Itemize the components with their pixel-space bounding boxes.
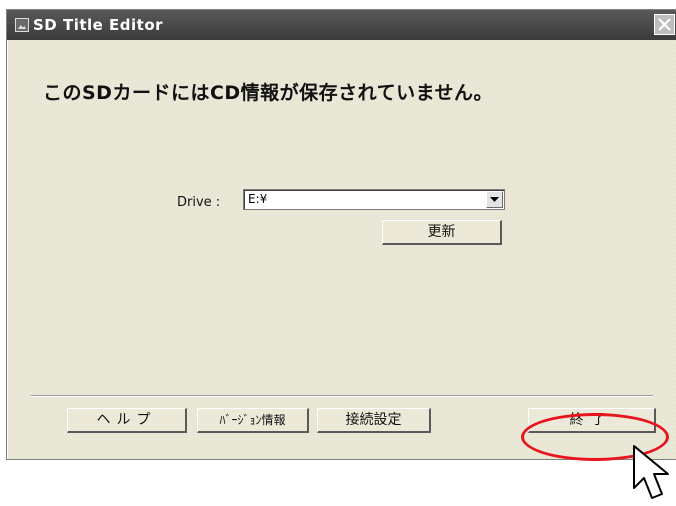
sd-title-editor-window: SD Title Editor このSDカードにはCD情報が保存されていません。… bbox=[6, 9, 676, 461]
exit-button[interactable]: 終了 bbox=[528, 408, 656, 433]
close-icon bbox=[658, 18, 671, 31]
app-image-icon bbox=[15, 18, 29, 32]
help-button[interactable]: ヘルプ bbox=[67, 408, 187, 433]
drive-selected-value: E:¥ bbox=[248, 192, 268, 206]
window-title: SD Title Editor bbox=[33, 16, 164, 34]
drive-label: Drive : bbox=[177, 195, 221, 210]
drive-dropdown-button[interactable] bbox=[486, 191, 503, 208]
refresh-button[interactable]: 更新 bbox=[382, 220, 502, 245]
connection-settings-button[interactable]: 接続設定 bbox=[317, 408, 431, 433]
status-message: このSDカードにはCD情報が保存されていません。 bbox=[43, 82, 494, 104]
version-info-button[interactable]: ﾊﾞｰｼﾞｮﾝ情報 bbox=[197, 408, 309, 433]
chevron-down-icon bbox=[490, 197, 499, 202]
title-bar[interactable]: SD Title Editor bbox=[7, 10, 676, 40]
divider bbox=[31, 395, 653, 397]
close-button[interactable] bbox=[654, 14, 675, 35]
drive-select[interactable]: E:¥ bbox=[243, 189, 505, 210]
